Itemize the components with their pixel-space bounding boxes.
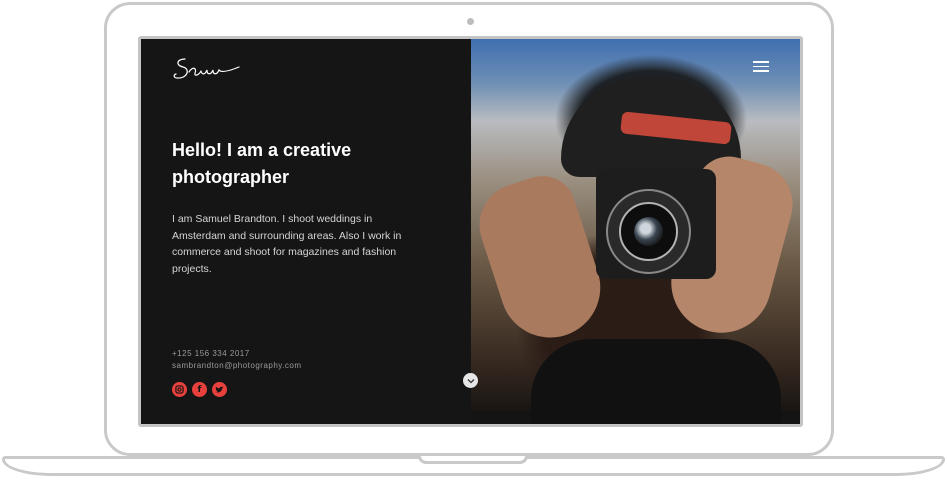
intro-panel: Hello! I am a creative photographer I am… (141, 39, 471, 424)
contact-block: +125 156 334 2017 sambrandton@photograph… (172, 348, 302, 372)
contact-email[interactable]: sambrandton@photography.com (172, 360, 302, 372)
hero-headline: Hello! I am a creative photographer (172, 140, 352, 187)
twitter-icon[interactable] (212, 382, 227, 397)
contact-phone[interactable]: +125 156 334 2017 (172, 348, 302, 360)
hamburger-menu-icon[interactable] (753, 61, 769, 73)
facebook-icon[interactable]: f (192, 382, 207, 397)
webcam (467, 18, 474, 25)
hero-intro: I am Samuel Brandton. I shoot weddings i… (172, 213, 402, 275)
photo-shirt (531, 339, 781, 424)
screen: Hello! I am a creative photographer I am… (138, 36, 803, 427)
hero-photo (468, 39, 800, 424)
signature-logo-icon[interactable] (171, 51, 243, 92)
laptop-notch (418, 456, 528, 464)
chevron-down-icon[interactable] (463, 373, 478, 388)
photo-lens-glass (634, 217, 663, 246)
photo-hand-left (468, 167, 614, 351)
social-links: f (172, 382, 227, 397)
instagram-icon[interactable] (172, 382, 187, 397)
